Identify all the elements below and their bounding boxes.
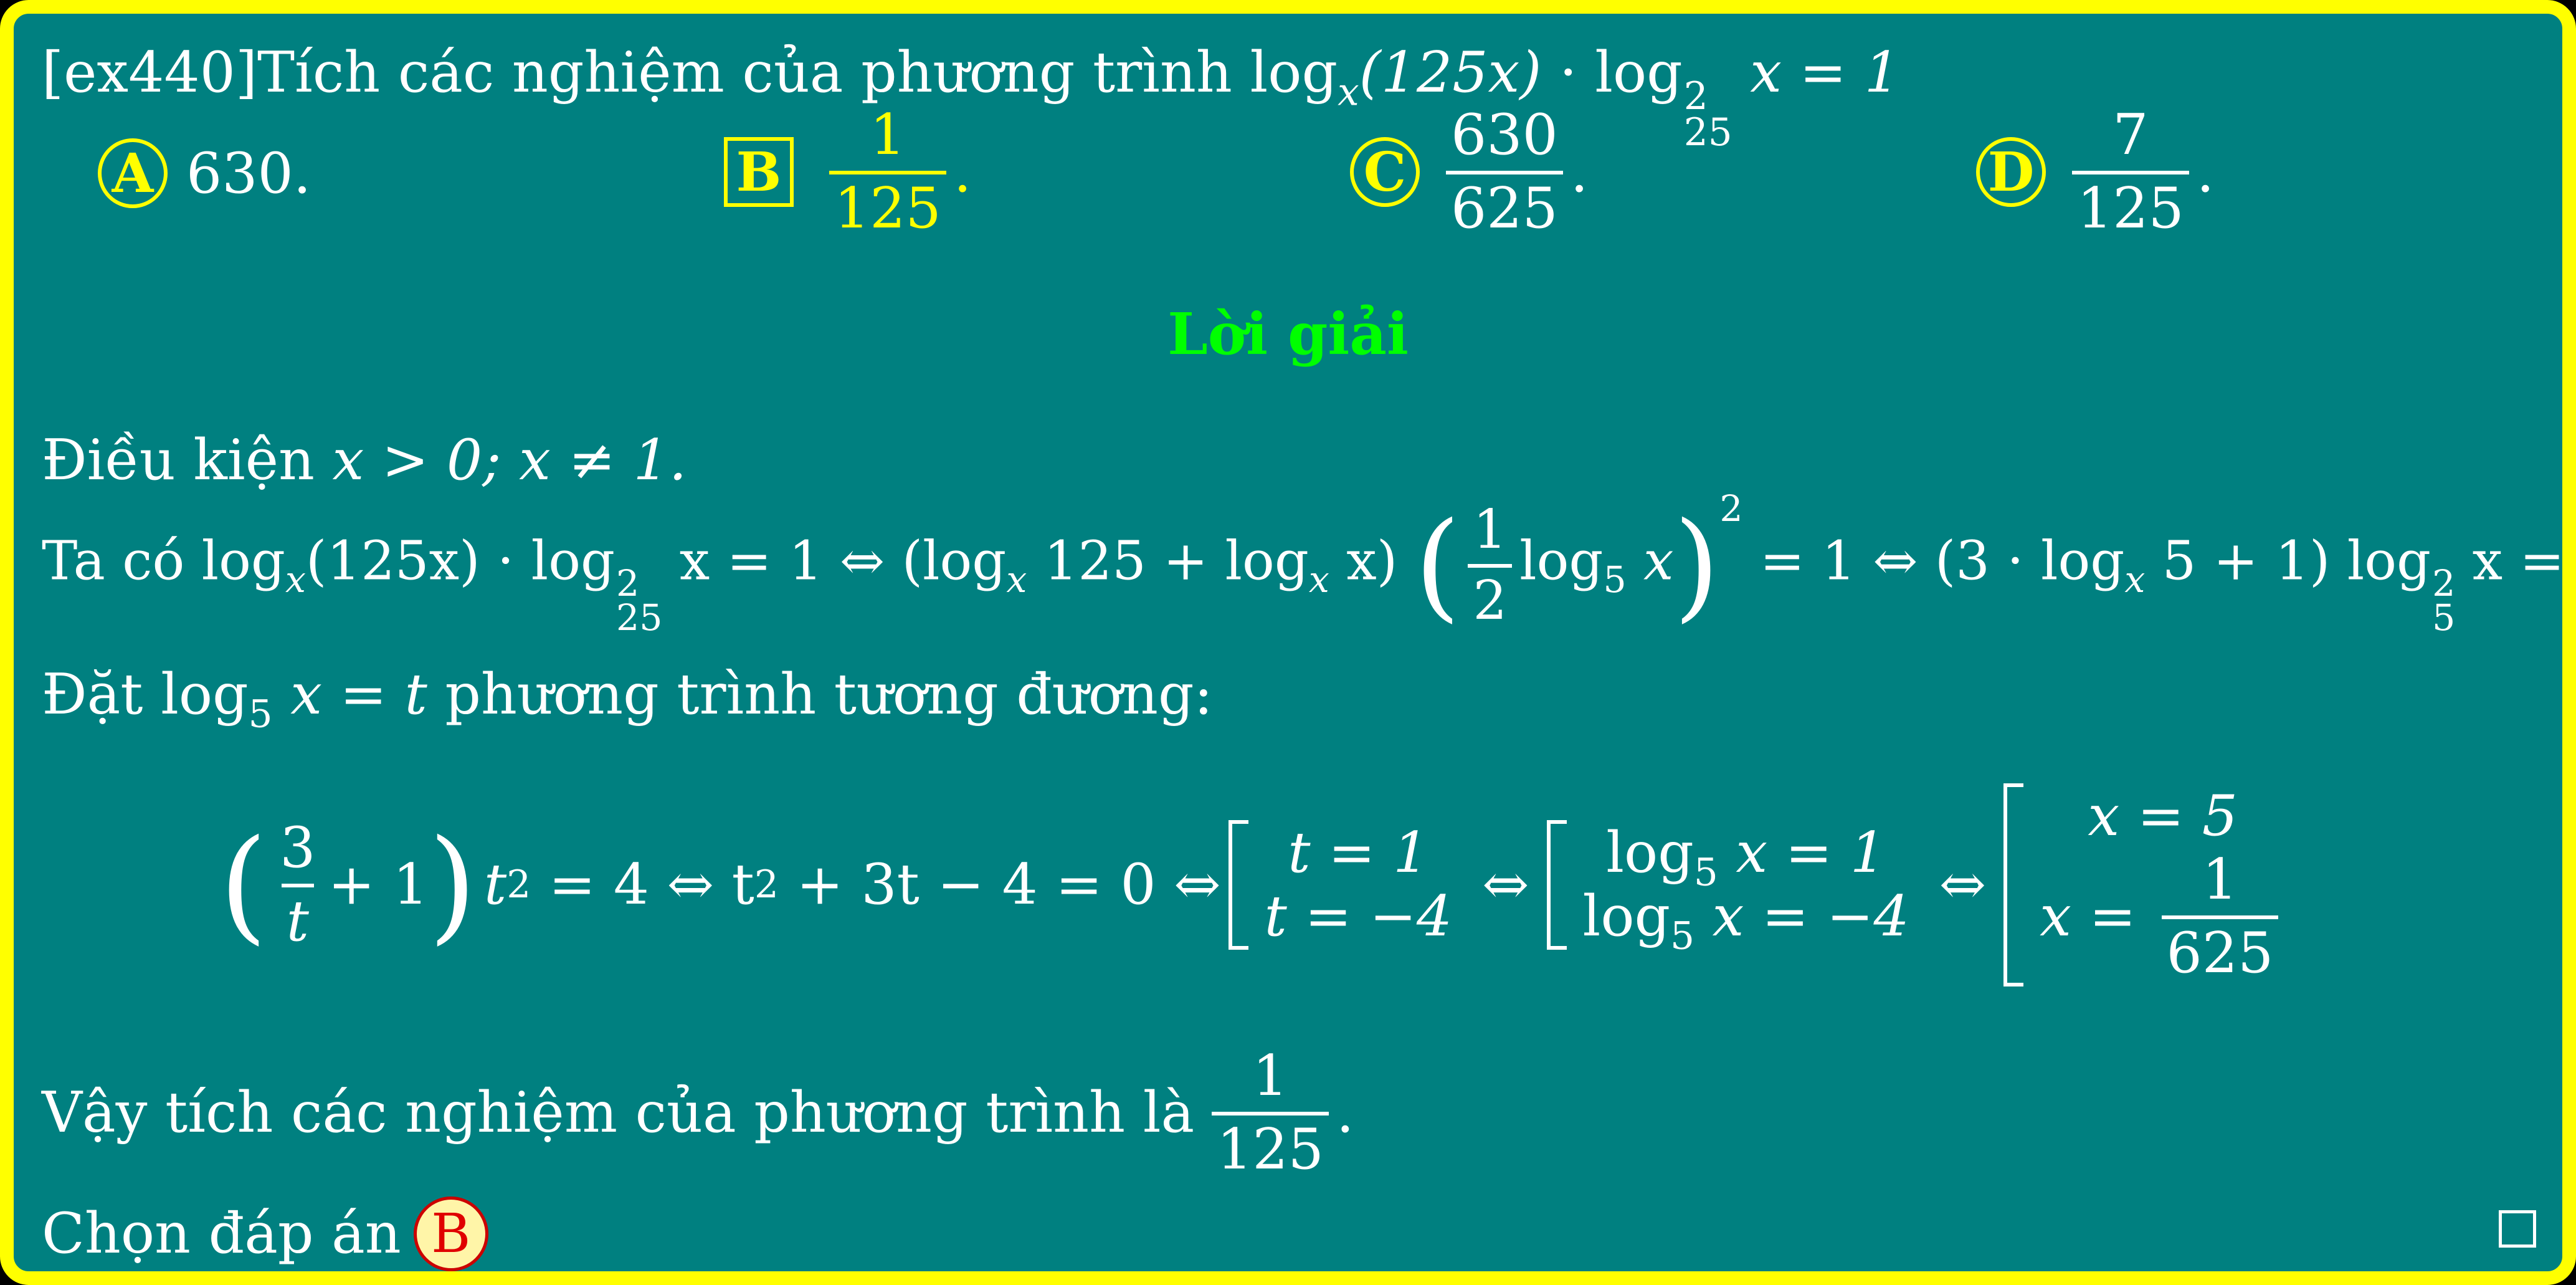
condition-line: Điều kiện x > 0; x ≠ 1.	[42, 428, 687, 493]
choice-a-marker: A	[98, 138, 168, 208]
choice-d-fraction: 7 125	[2072, 107, 2189, 237]
solution-heading: Lời giải	[1167, 300, 1409, 368]
step2-line: Đặt log5 x = t phương trình tương đương:	[42, 662, 1213, 737]
choice-c-marker: C	[1350, 137, 1420, 207]
question-text: Tích các nghiệm của phương trình	[257, 40, 1232, 105]
cases-log: log5 x = 1 log5 x = −4	[1546, 820, 1922, 955]
conclusion-line: Vậy tích các nghiệm của phương trình là …	[42, 1043, 1354, 1182]
step1-line: Ta có logx(125x) · log 2 25 x = 1 ⇔ (logx …	[42, 487, 2576, 639]
choice-b-fraction: 1 125	[829, 107, 946, 237]
condition-expr: x > 0; x ≠ 1.	[332, 428, 687, 493]
answer-line: Chọn đáp án B	[42, 1197, 488, 1271]
choice-d[interactable]: D 7 125 .	[1976, 107, 2214, 237]
question-equation: logx(125x) · log 2 25 x = 1	[1250, 40, 1900, 155]
problem-card: [ex440]Tích các nghiệm của phương trình …	[0, 0, 2576, 1285]
choice-b[interactable]: B 1 125 .	[724, 107, 971, 237]
choice-d-marker: D	[1976, 137, 2046, 207]
cases-t: t = 1 t = −4	[1228, 820, 1465, 950]
display-equation: ( 3t + 1 ) t2 = 4 ⇔ t2 + 3t − 4 = 0 ⇔ t …	[219, 783, 2306, 986]
choice-a-value: 630.	[186, 140, 311, 206]
cases-x: x = 5 x = 1 625	[2003, 783, 2298, 986]
choice-b-marker: B	[724, 137, 794, 207]
answer-badge: B	[413, 1197, 488, 1271]
choice-a[interactable]: A 630.	[98, 138, 311, 208]
choice-c[interactable]: C 630 625 .	[1350, 107, 1588, 237]
question-tag: [ex440]	[42, 40, 258, 105]
choice-c-fraction: 630 625	[1446, 107, 1563, 237]
qed-square-icon	[2499, 1210, 2536, 1248]
